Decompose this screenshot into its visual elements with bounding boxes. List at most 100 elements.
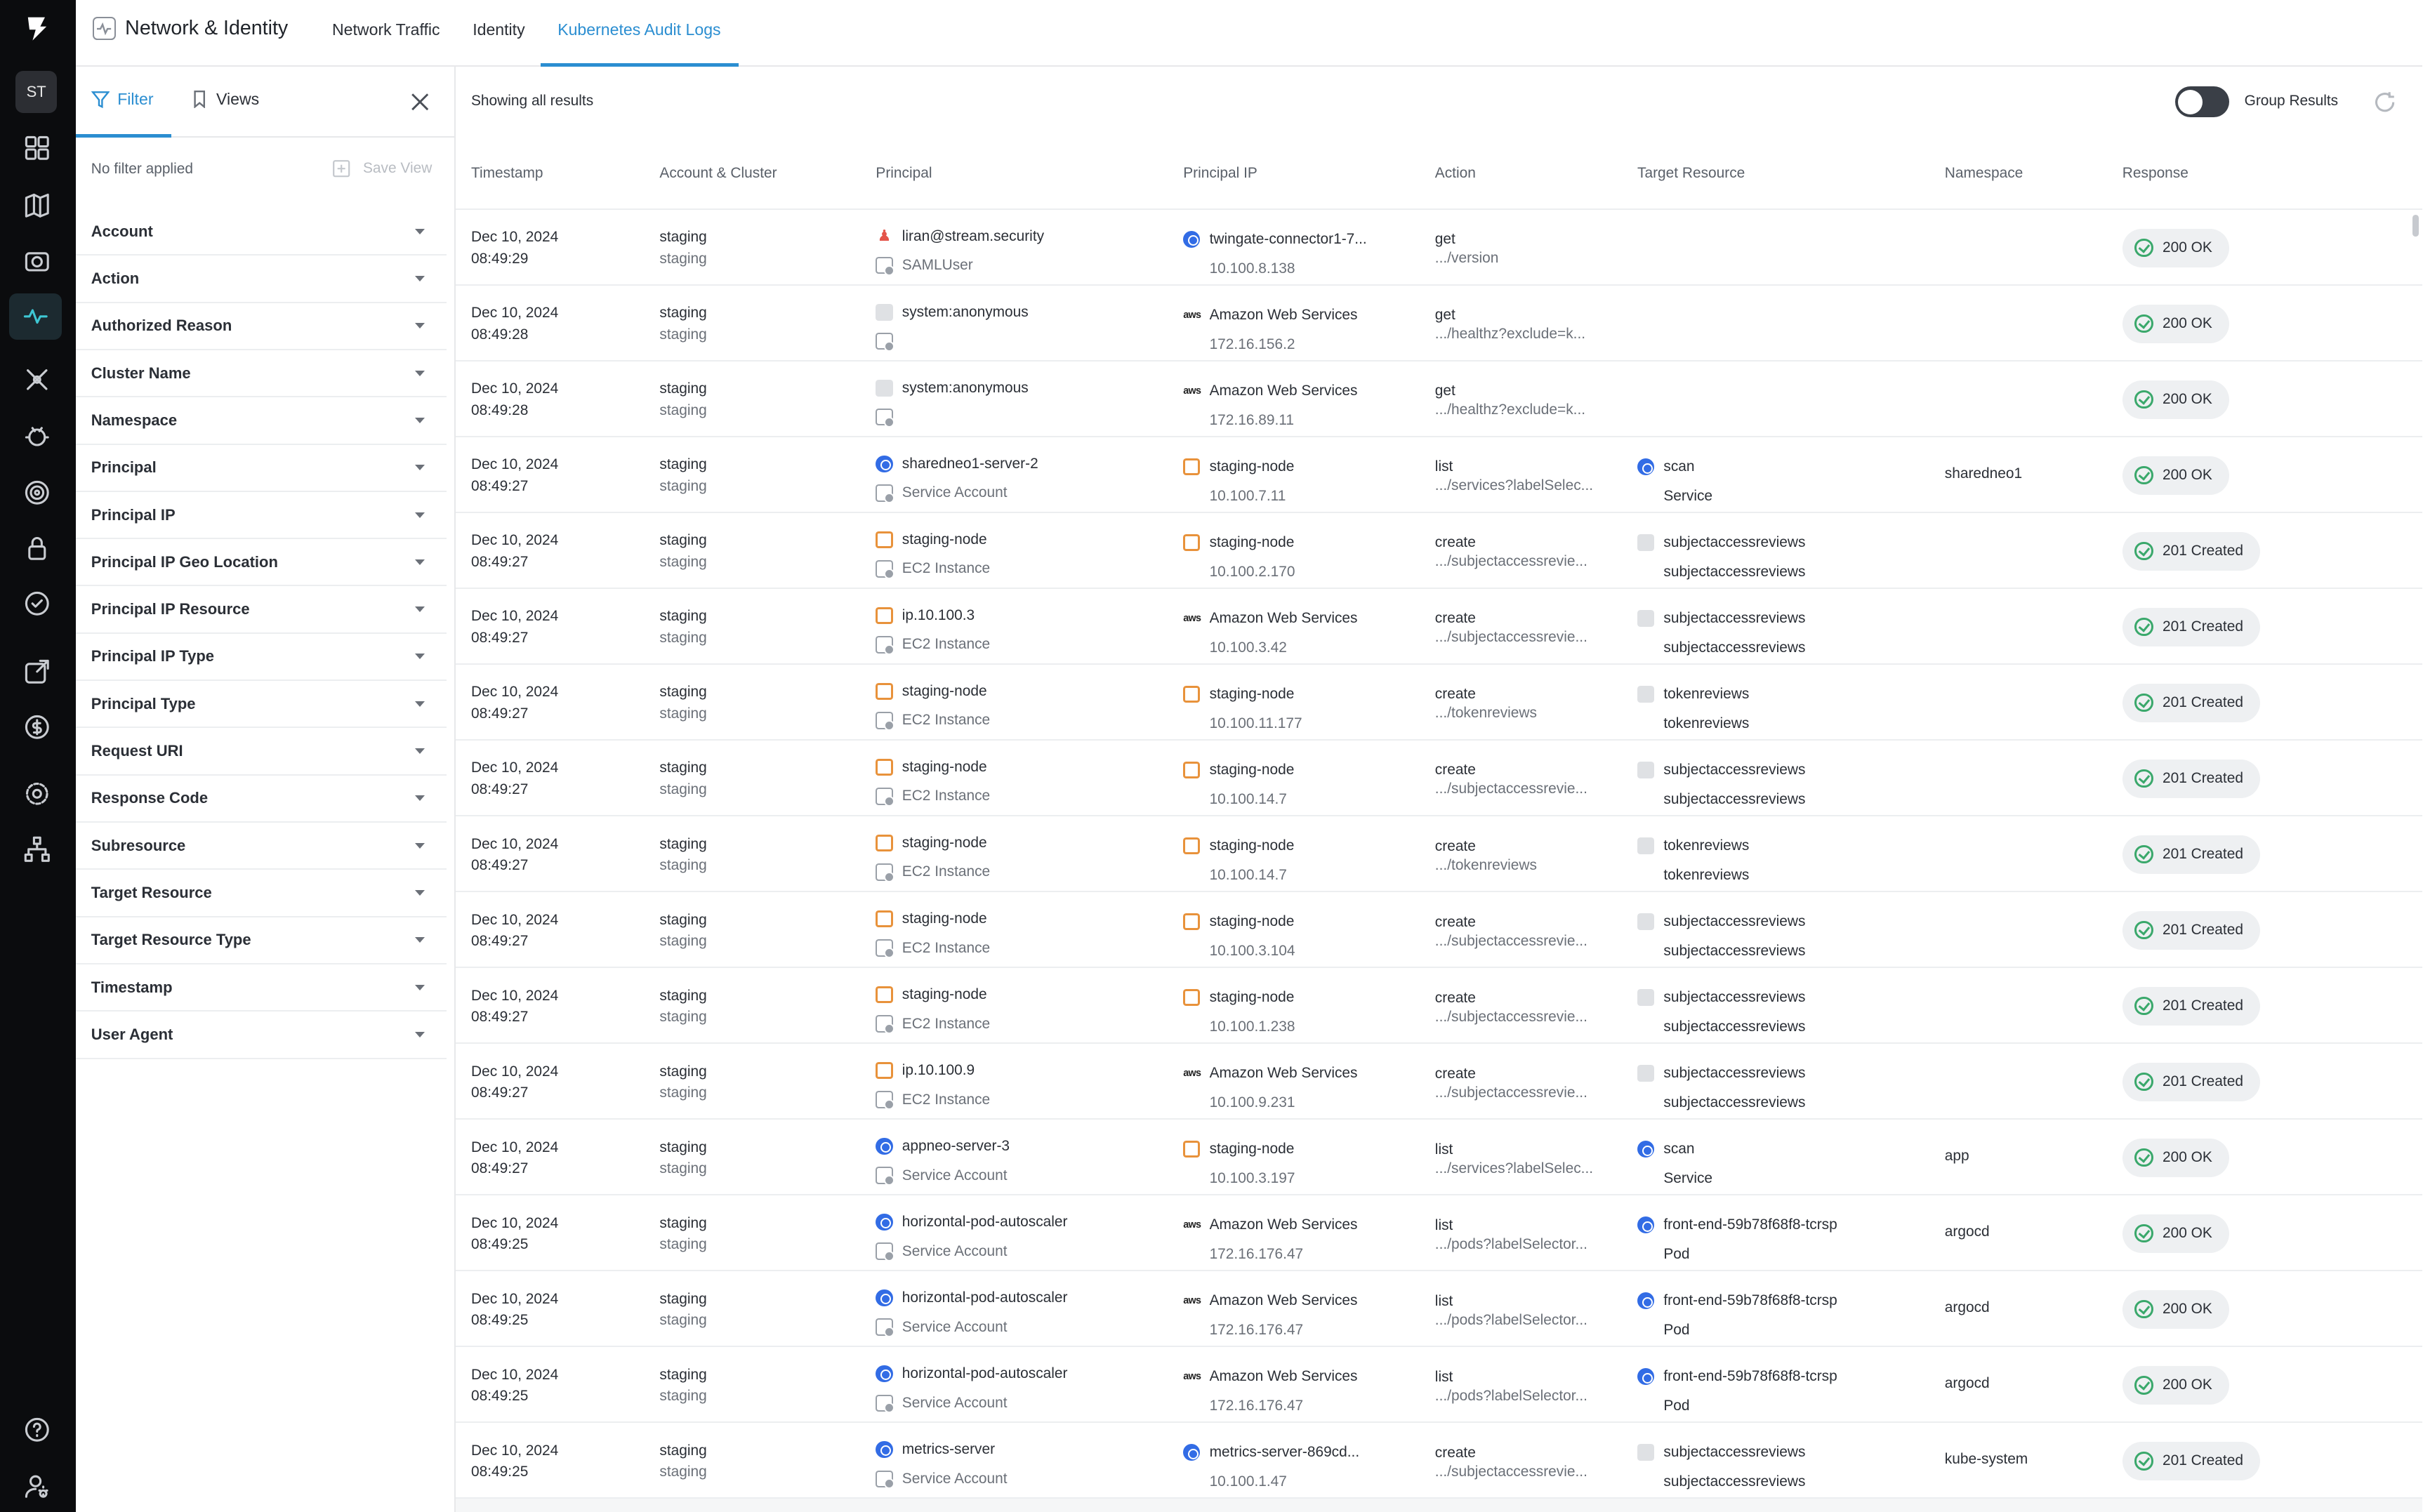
principal-name[interactable]: metrics-server	[902, 1441, 995, 1458]
col-principal[interactable]: Principal	[876, 165, 932, 182]
principal-name[interactable]: staging-node	[902, 683, 987, 700]
filter-item[interactable]: Authorized Reason	[75, 303, 447, 350]
tab-kubernetes-audit-logs[interactable]: Kubernetes Audit Logs	[557, 20, 720, 39]
filter-item[interactable]: Subresource	[75, 823, 447, 870]
principal-ip-name[interactable]: Amazon Web Services	[1210, 610, 1358, 627]
filter-item[interactable]: Principal	[75, 445, 447, 492]
target-resource-name[interactable]: subjectaccessreviews	[1663, 762, 1805, 778]
col-account-cluster[interactable]: Account & Cluster	[659, 165, 777, 182]
lock-icon[interactable]	[18, 530, 55, 567]
filter-item[interactable]: Principal IP Resource	[75, 586, 447, 634]
principal-ip-name[interactable]: staging-node	[1210, 913, 1295, 930]
table-row[interactable]: Dec 10, 2024 08:49:27 staging staging stagin…	[456, 513, 2422, 590]
col-timestamp[interactable]: Timestamp	[471, 165, 543, 182]
tab-network-traffic[interactable]: Network Traffic	[332, 20, 440, 39]
principal-name[interactable]: system:anonymous	[902, 304, 1029, 321]
table-row[interactable]: Dec 10, 2024 08:49:27 staging staging stagin…	[456, 968, 2422, 1045]
close-icon[interactable]	[411, 93, 429, 111]
principal-name[interactable]: liran@stream.security	[902, 228, 1044, 245]
principal-ip-name[interactable]: Amazon Web Services	[1210, 1065, 1358, 1082]
principal-ip-name[interactable]: metrics-server-869cd...	[1210, 1444, 1360, 1461]
org-chart-icon[interactable]	[18, 831, 55, 868]
table-row[interactable]: Dec 10, 2024 08:49:27 staging staging stagin…	[456, 741, 2422, 817]
filter-item[interactable]: Target Resource Type	[75, 917, 447, 964]
map-icon[interactable]	[18, 187, 55, 224]
principal-ip-name[interactable]: staging-node	[1210, 686, 1295, 703]
scrollbar[interactable]	[2412, 214, 2419, 237]
table-row[interactable]: Dec 10, 2024 08:49:27 staging staging shared…	[456, 437, 2422, 514]
filter-item[interactable]: Action	[75, 256, 447, 303]
bug-icon[interactable]	[18, 417, 55, 454]
table-row[interactable]: Dec 10, 2024 08:49:27 staging staging ip.10.…	[456, 1044, 2422, 1120]
principal-ip-name[interactable]: staging-node	[1210, 534, 1295, 551]
filter-item[interactable]: Principal IP Geo Location	[75, 539, 447, 587]
dollar-icon[interactable]	[18, 709, 55, 746]
principal-ip-name[interactable]: Amazon Web Services	[1210, 307, 1358, 324]
principal-name[interactable]: sharedneo1-server-2	[902, 456, 1038, 472]
principal-ip-name[interactable]: Amazon Web Services	[1210, 1292, 1358, 1309]
target-resource-name[interactable]: subjectaccessreviews	[1663, 989, 1805, 1006]
tab-filter[interactable]: Filter	[91, 90, 154, 109]
principal-ip-name[interactable]: staging-node	[1210, 1141, 1295, 1158]
target-resource-name[interactable]: subjectaccessreviews	[1663, 913, 1805, 930]
target-resource-name[interactable]: subjectaccessreviews	[1663, 610, 1805, 627]
col-response[interactable]: Response	[2122, 165, 2188, 182]
table-row[interactable]: Dec 10, 2024 08:49:27 staging staging ip.10.…	[456, 589, 2422, 665]
target-resource-name[interactable]: subjectaccessreviews	[1663, 534, 1805, 551]
principal-ip-name[interactable]: staging-node	[1210, 762, 1295, 778]
target-resource-name[interactable]: front-end-59b78f68f8-tcrsp	[1663, 1216, 1837, 1233]
save-view-button[interactable]: Save View	[332, 159, 432, 178]
table-row[interactable]: Dec 10, 2024 08:49:25 staging staging metric…	[456, 1423, 2422, 1499]
table-row[interactable]: Dec 10, 2024 08:49:28 staging staging system…	[456, 362, 2422, 438]
target-resource-name[interactable]: scan	[1663, 1141, 1694, 1158]
export-icon[interactable]	[18, 654, 55, 691]
principal-ip-name[interactable]: staging-node	[1210, 458, 1295, 475]
filter-item[interactable]: Cluster Name	[75, 350, 447, 398]
table-row[interactable]: Dec 10, 2024 08:49:27 staging staging appneo…	[456, 1120, 2422, 1196]
col-target-resource[interactable]: Target Resource	[1637, 165, 1745, 182]
filter-item[interactable]: Target Resource	[75, 870, 447, 917]
filter-item[interactable]: Principal Type	[75, 681, 447, 729]
logo-icon[interactable]	[22, 13, 53, 44]
refresh-icon[interactable]	[2372, 90, 2397, 114]
target-resource-name[interactable]: tokenreviews	[1663, 686, 1749, 703]
principal-name[interactable]: system:anonymous	[902, 380, 1029, 397]
camera-icon[interactable]	[18, 242, 55, 279]
group-results-toggle[interactable]	[2174, 86, 2229, 118]
principal-ip-name[interactable]: twingate-connector1-7...	[1210, 231, 1367, 248]
target-resource-name[interactable]: subjectaccessreviews	[1663, 1444, 1805, 1461]
principal-ip-name[interactable]: staging-node	[1210, 837, 1295, 854]
principal-name[interactable]: horizontal-pod-autoscaler	[902, 1289, 1068, 1306]
principal-name[interactable]: horizontal-pod-autoscaler	[902, 1214, 1068, 1231]
check-circle-icon[interactable]	[18, 585, 55, 623]
filter-item[interactable]: Response Code	[75, 776, 447, 823]
target-resource-name[interactable]: scan	[1663, 458, 1694, 475]
principal-name[interactable]: staging-node	[902, 759, 987, 776]
tab-views[interactable]: Views	[190, 90, 259, 109]
filter-item[interactable]: Principal IP Type	[75, 634, 447, 682]
filter-item[interactable]: User Agent	[75, 1012, 447, 1059]
table-row[interactable]: Dec 10, 2024 08:49:25 staging staging horizo…	[456, 1271, 2422, 1348]
table-row[interactable]: Dec 10, 2024 08:49:27 staging staging stagin…	[456, 665, 2422, 741]
help-icon[interactable]	[18, 1412, 55, 1449]
table-row[interactable]: Dec 10, 2024 08:49:25 staging staging horizo…	[456, 1195, 2422, 1272]
table-row[interactable]: Dec 10, 2024 08:49:27 staging staging stagin…	[456, 892, 2422, 969]
principal-name[interactable]: staging-node	[902, 986, 987, 1003]
filter-item[interactable]: Account	[75, 208, 447, 256]
table-row[interactable]: Dec 10, 2024 08:49:25 staging staging horizo…	[456, 1347, 2422, 1424]
col-action[interactable]: Action	[1435, 165, 1476, 182]
principal-ip-name[interactable]: Amazon Web Services	[1210, 1368, 1358, 1385]
col-namespace[interactable]: Namespace	[1945, 165, 2023, 182]
tab-identity[interactable]: Identity	[473, 20, 524, 39]
avatar[interactable]: ST	[15, 71, 58, 113]
principal-name[interactable]: appneo-server-3	[902, 1138, 1010, 1155]
filter-item[interactable]: Request URI	[75, 728, 447, 776]
table-row[interactable]: Dec 10, 2024 08:49:28 staging staging system…	[456, 286, 2422, 362]
target-resource-name[interactable]: front-end-59b78f68f8-tcrsp	[1663, 1292, 1837, 1309]
principal-name[interactable]: staging-node	[902, 835, 987, 851]
filter-item[interactable]: Namespace	[75, 397, 447, 445]
col-principal-ip[interactable]: Principal IP	[1183, 165, 1257, 182]
dashboard-icon[interactable]	[18, 130, 55, 167]
network-activity-icon[interactable]	[9, 293, 62, 340]
table-row[interactable]: Dec 10, 2024 08:49:29 staging staging ♟ liran…	[456, 210, 2422, 286]
